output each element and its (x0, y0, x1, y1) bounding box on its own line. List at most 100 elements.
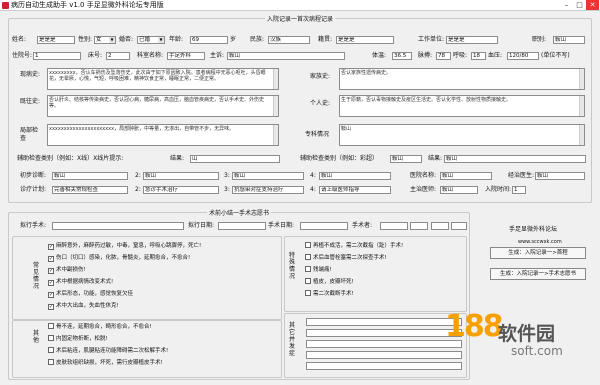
checkbox-icon[interactable]: ✓ (48, 304, 54, 310)
checkbox-icon[interactable]: ✓ (48, 280, 54, 286)
scrollbar[interactable] (579, 69, 584, 89)
special-checkbox-4[interactable]: 植皮，皮瓣坏死! (305, 278, 354, 286)
surgeon-field[interactable] (380, 222, 408, 230)
minimize-button[interactable]: – (560, 0, 573, 10)
age-field[interactable]: 69 (190, 36, 228, 44)
op-date-field[interactable] (300, 222, 348, 230)
checkbox-icon[interactable] (305, 290, 311, 296)
special-checkbox-label: 植皮，皮瓣坏死! (313, 279, 354, 285)
diagnosis-field-1[interactable]: 鞍山 (52, 172, 128, 180)
chief-field[interactable]: 鞍山 (440, 186, 478, 194)
complication-field-5[interactable] (306, 362, 462, 370)
planned-op-field[interactable] (52, 222, 184, 230)
specialty-textarea[interactable]: 鞍山 (339, 124, 585, 146)
plan-field-2[interactable]: 急诊手术治疗 (143, 186, 219, 194)
close-button[interactable]: ✕ (586, 0, 599, 10)
checkbox-icon[interactable]: ✓ (48, 256, 54, 262)
job-field[interactable]: 是是是 (446, 36, 498, 44)
common-checkbox-5[interactable]: ✓ 术后形态，功能，感觉恢复欠佳 (48, 290, 133, 298)
personal-textarea[interactable]: 生于原籍，否认毒物接触史及疫区生活史。否认化学性、放射性物质接触史。 (339, 95, 585, 117)
plan-field-1[interactable]: 完善相关常规检查 (52, 186, 128, 194)
surgeon-label: 手术者: (352, 222, 373, 229)
chevron-down-icon: ▼ (109, 37, 115, 43)
family-textarea[interactable]: 否认家族性遗传病史。 (339, 68, 585, 90)
special-checkbox-2[interactable]: 术后血管栓塞需二次探查手术! (305, 254, 387, 262)
generate-first-course-button[interactable]: 生成：入院记录一>首程 (490, 247, 586, 259)
age-label: 年龄: (169, 36, 184, 43)
common-checkbox-6[interactable]: ✓ 术中大出血，失血性休克! (48, 302, 119, 310)
generate-consent-button[interactable]: 生成：入院记录一>手术志愿书 (490, 268, 586, 280)
scrollbar[interactable] (273, 96, 278, 116)
local-exam-textarea[interactable]: xxxxxxxxxxxxxxxxxxxxxx，局部肿胀，中等量，无渗出，自带管不… (47, 124, 279, 146)
scrollbar[interactable] (579, 96, 584, 116)
temp-field[interactable]: 36.5 (392, 52, 412, 60)
admit-time-field[interactable]: 1 (512, 186, 526, 194)
assistant-field-1[interactable] (410, 222, 428, 230)
diagnosis-field-3[interactable]: 鞍山 (232, 172, 304, 180)
common-checkbox-3[interactable]: ✓ 术中副损伤! (48, 266, 86, 274)
checkbox-icon[interactable]: ✓ (48, 268, 54, 274)
special-checkbox-5[interactable]: 需二次截断手术! (305, 290, 354, 298)
special-checkbox-1[interactable]: 再植不成活，需二次截指（趾）手术! (305, 242, 403, 250)
checkbox-icon[interactable] (48, 323, 54, 329)
diagnosis-field-2[interactable]: 鞍山 (143, 172, 219, 180)
checkbox-icon[interactable] (305, 266, 311, 272)
hospital-field[interactable]: 鞍山 (440, 172, 492, 180)
checkbox-icon[interactable] (305, 242, 311, 248)
ward-field[interactable]: 1 (33, 52, 81, 60)
pulse-field[interactable]: 78 (436, 52, 451, 60)
checkbox-icon[interactable] (305, 278, 311, 284)
aux2-result-field[interactable]: 鞍山 (444, 155, 586, 163)
checkbox-icon[interactable] (305, 254, 311, 260)
name-field[interactable]: 是是是 (37, 36, 75, 44)
common-checkbox-label: 术中副损伤! (56, 267, 86, 273)
bp-field[interactable]: 120/80 (507, 52, 539, 60)
plan-field-3[interactable]: 抗感染对症支持治疗 (232, 186, 304, 194)
other-checkbox-3[interactable]: 术后粘连，肌腱粘连功能障碍需二次松解手术! (48, 347, 168, 355)
common-checkbox-2[interactable]: ✓ 伤口（切口）感染，化脓，骨髓炎，延期愈合，不愈合! (48, 254, 190, 262)
other-checkbox-1[interactable]: 骨不连，延期愈合，畸形愈合，不愈合! (48, 323, 152, 331)
origin-field[interactable]: 是是是 (336, 36, 394, 44)
plan-field-4[interactable]: 请上级医师指导 (319, 186, 391, 194)
checkbox-icon[interactable] (48, 359, 54, 365)
diagnosis-field-4[interactable]: 鞍山 (319, 172, 391, 180)
bed-field[interactable]: 2 (106, 52, 130, 60)
checkbox-icon[interactable]: ✓ (48, 292, 54, 298)
scrollbar[interactable] (273, 125, 278, 145)
special-checkbox-3[interactable]: 残端痛! (305, 266, 332, 274)
complication-field-3[interactable] (306, 340, 462, 348)
past-textarea[interactable]: 否认肝炎、结核等传染病史，否认冠心病，糖尿病，高血压，脑血管疾病史，否认手术史、… (47, 95, 279, 117)
age-unit: 岁 (230, 36, 237, 43)
assistant-field-2[interactable] (431, 222, 449, 230)
aux1-result-field[interactable]: 山 (190, 155, 280, 163)
resp-field[interactable]: 18 (471, 52, 486, 60)
checkbox-icon[interactable] (48, 335, 54, 341)
complication-field-2[interactable] (306, 329, 462, 337)
past-text: 否认肝炎、结核等传染病史，否认冠心病，糖尿病，高血压，脑血管疾病史，否认手术史、… (49, 97, 265, 109)
sex-select[interactable]: 女 ▼ (94, 36, 116, 44)
scrollbar[interactable] (273, 69, 278, 89)
name-label: 姓名: (12, 36, 27, 43)
occupation-field[interactable]: 鞍山 (553, 36, 585, 44)
scrollbar[interactable] (579, 125, 584, 145)
aux2-field[interactable]: 鞍山 (390, 155, 422, 163)
assistant-field-3[interactable] (451, 222, 467, 230)
doctor-field[interactable]: 鞍山 (535, 172, 585, 180)
hpi-textarea[interactable]: xxxxxxxxx，否认车祸伤及坠落伤史，此次由于如下原因致入院。患者病程中无恶… (47, 68, 279, 90)
dept-field[interactable]: 手足外科 (167, 52, 205, 60)
common-checkbox-4[interactable]: ✓ 术中根据病情改变术式! (48, 278, 113, 286)
app-icon (2, 2, 9, 9)
marital-select[interactable]: 已婚 ▼ (137, 36, 165, 44)
complication-field-1[interactable] (306, 318, 462, 326)
other-checkbox-4[interactable]: 皮肤软组织缺损，坏死，需行皮瓣植皮手术! (48, 359, 163, 367)
checkbox-icon[interactable] (48, 347, 54, 353)
local-exam-label: 局部检查 (20, 127, 39, 142)
maximize-button[interactable]: □ (573, 0, 586, 10)
other-checkbox-2[interactable]: 内固定物折断，松脱! (48, 335, 108, 343)
planned-date-field[interactable] (218, 222, 266, 230)
checkbox-icon[interactable]: ✓ (48, 244, 54, 250)
common-checkbox-1[interactable]: ✓ 麻醉意外，麻醉药过敏，中毒，窒息，呼吸心跳骤停，死亡! (48, 242, 201, 250)
complication-field-4[interactable] (306, 351, 462, 359)
nation-field[interactable]: 汉族 (268, 36, 310, 44)
complaint-field[interactable]: 鞍山 (227, 52, 345, 60)
